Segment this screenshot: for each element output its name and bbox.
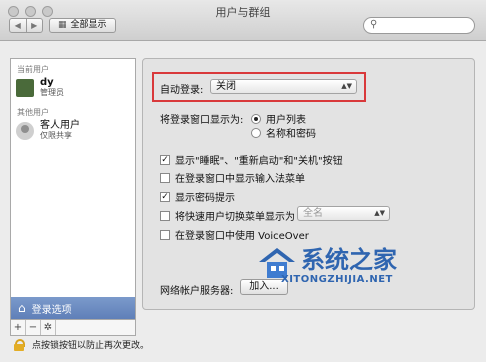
checkbox-label: 将快速用户切换菜单显示为: [175, 212, 295, 223]
user-role: 仅限共享: [40, 131, 72, 140]
user-name: dy: [40, 77, 54, 88]
remove-user-button[interactable]: −: [26, 320, 41, 335]
display-login-window-label: 将登录窗口显示为:: [160, 115, 244, 126]
user-name: 客人用户: [40, 120, 80, 131]
login-options-label: 登录选项: [31, 304, 72, 316]
auto-login-select[interactable]: 关闭 ▲▼: [210, 79, 357, 94]
user-list-sidebar: 当前用户 dy 管理员 其他用户 客人用户 仅限共享 ⌂ 登录选项: [10, 58, 136, 320]
add-user-button[interactable]: +: [11, 320, 26, 335]
select-arrows-icon: ▲▼: [374, 209, 385, 217]
checkbox-fast-user-switching[interactable]: 将快速用户切换菜单显示为: [160, 208, 295, 223]
gear-icon[interactable]: ✲: [41, 320, 56, 335]
user-item-dy[interactable]: dy 管理员: [16, 77, 64, 98]
watermark-title: 系统之家: [301, 246, 397, 274]
auto-login-value: 关闭: [216, 81, 236, 92]
back-button[interactable]: ◀: [10, 19, 26, 32]
radio-name-password[interactable]: 名称和密码: [251, 125, 316, 140]
sidebar-toolbar: + − ✲: [10, 320, 136, 336]
radio-button: [251, 113, 261, 124]
checkbox: [160, 210, 170, 221]
checkbox: ✓: [160, 191, 170, 202]
checkbox: [160, 172, 170, 183]
house-icon: ⌂: [18, 301, 26, 315]
radio-button: [251, 127, 261, 138]
back-forward-control: ◀ ▶: [9, 18, 43, 33]
radio-label: 用户列表: [266, 115, 306, 126]
fast-switch-value: 全名: [303, 208, 323, 219]
other-users-header: 其他用户: [17, 108, 49, 117]
checkbox: ✓: [160, 154, 170, 165]
checkbox-label: 显示密码提示: [175, 193, 235, 204]
current-users-header: 当前用户: [17, 65, 49, 74]
title-bar: 用户与群组 ◀ ▶ ▦ 全部显示 ⚲: [0, 0, 486, 41]
user-role: 管理员: [40, 88, 64, 97]
search-icon: ⚲: [370, 19, 378, 30]
avatar: [16, 78, 34, 97]
select-arrows-icon: ▲▼: [341, 82, 352, 90]
radio-user-list[interactable]: 用户列表: [251, 111, 306, 126]
user-item-guest[interactable]: 客人用户 仅限共享: [16, 120, 80, 141]
login-options-item[interactable]: ⌂ 登录选项: [11, 297, 135, 319]
guest-avatar-icon: [16, 121, 34, 140]
grid-icon: ▦: [58, 20, 67, 30]
lock-row: 点按锁按钮以防止再次更改。: [14, 338, 149, 351]
lock-hint-text: 点按锁按钮以防止再次更改。: [32, 341, 150, 351]
watermark-url: XITONGZHIJIA.NET: [281, 274, 393, 285]
checkbox: [160, 229, 170, 240]
watermark: 系统之家 XITONGZHIJIA.NET: [255, 240, 465, 300]
checkbox-label: 在登录窗口中显示输入法菜单: [175, 174, 305, 185]
radio-label: 名称和密码: [266, 129, 316, 140]
show-all-button[interactable]: ▦ 全部显示: [49, 18, 116, 33]
checkbox-password-hints[interactable]: ✓ 显示密码提示: [160, 189, 235, 204]
search-input[interactable]: ⚲: [363, 17, 475, 34]
fast-switch-select[interactable]: 全名 ▲▼: [297, 206, 390, 221]
show-all-label: 全部显示: [70, 20, 107, 30]
network-account-server-label: 网络帐户服务器:: [160, 286, 234, 297]
lock-icon[interactable]: [14, 338, 25, 351]
checkbox-show-sleep-buttons[interactable]: ✓ 显示"睡眠"、"重新启动"和"关机"按钮: [160, 152, 343, 167]
checkbox-input-menu[interactable]: 在登录窗口中显示输入法菜单: [160, 170, 305, 185]
auto-login-label: 自动登录:: [160, 85, 204, 96]
forward-button[interactable]: ▶: [25, 19, 43, 32]
checkbox-label: 显示"睡眠"、"重新启动"和"关机"按钮: [175, 156, 343, 167]
